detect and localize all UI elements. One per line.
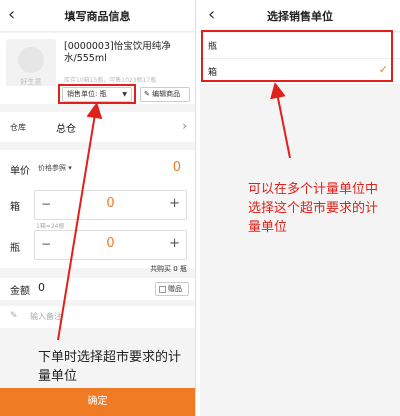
box-label: 箱 bbox=[10, 202, 20, 213]
box-conversion-hint: 1箱=24瓶 bbox=[36, 223, 65, 230]
amount-value: 0 bbox=[38, 281, 45, 294]
total-prefix: 共购买 bbox=[150, 265, 172, 273]
pencil-icon: ✎ bbox=[10, 311, 18, 321]
price-reference-selector[interactable]: 价格参照 ▾ bbox=[38, 160, 76, 176]
box-stepper: − 0 + bbox=[34, 190, 187, 220]
warehouse-value: 总仓 bbox=[56, 124, 76, 135]
annotation-right: 可以在多个计量单位中选择这个超市要求的计量单位 bbox=[248, 182, 379, 235]
amount-label: 金额 bbox=[10, 286, 30, 297]
chevron-right-icon: › bbox=[182, 119, 187, 133]
gift-label: 赠品 bbox=[168, 285, 182, 293]
edit-product-button[interactable]: ✎ 编辑商品 bbox=[140, 87, 190, 102]
box-plus-button[interactable]: + bbox=[169, 196, 180, 211]
nav-bar: ‹ 选择销售单位 bbox=[200, 0, 400, 32]
bottle-quantity[interactable]: 0 bbox=[35, 236, 186, 251]
note-field[interactable]: ✎ 输入备注 bbox=[0, 306, 195, 328]
product-name: [0000003]怡宝饮用纯净水/555ml bbox=[64, 41, 171, 64]
total-unit: 瓶 bbox=[180, 265, 187, 273]
confirm-button[interactable]: 确定 bbox=[0, 388, 195, 416]
edit-product-label: 编辑商品 bbox=[152, 90, 181, 98]
box-quantity[interactable]: 0 bbox=[35, 196, 186, 211]
edit-icon: ✎ bbox=[144, 90, 150, 98]
price-label: 单价 bbox=[10, 166, 30, 177]
note-placeholder: 输入备注 bbox=[30, 312, 62, 321]
page-title: 填写商品信息 bbox=[64, 10, 131, 23]
bottle-plus-button[interactable]: + bbox=[169, 236, 180, 251]
logo-icon bbox=[18, 47, 44, 73]
price-input[interactable]: 0 bbox=[173, 160, 181, 175]
warehouse-row[interactable]: 仓库 总仓 › bbox=[0, 112, 195, 142]
annotation-highlight-unit-list bbox=[201, 30, 393, 82]
page-title: 选择销售单位 bbox=[267, 10, 333, 23]
checkbox-icon bbox=[159, 285, 166, 293]
gift-checkbox[interactable]: 赠品 bbox=[155, 282, 189, 296]
annotation-highlight-unit-selector bbox=[58, 84, 136, 104]
bottle-label: 瓶 bbox=[10, 243, 20, 254]
total-count: 0 bbox=[173, 265, 178, 273]
purchase-total: 共购买 0 瓶 bbox=[150, 264, 187, 274]
quantity-form: 单价 价格参照 ▾ 0 箱 − 0 + 1箱=24瓶 瓶 − 0 + bbox=[0, 150, 195, 268]
nav-bar: ‹ 填写商品信息 bbox=[0, 0, 195, 32]
warehouse-label: 仓库 bbox=[10, 123, 26, 132]
bottle-stepper: − 0 + bbox=[34, 230, 187, 260]
product-stock: 库存10箱15瓶，可售1023瓶17瓶 bbox=[64, 77, 157, 84]
amount-row: 金额 0 赠品 bbox=[0, 278, 195, 300]
annotation-left: 下单时选择超市要求的计量单位 bbox=[38, 350, 182, 384]
